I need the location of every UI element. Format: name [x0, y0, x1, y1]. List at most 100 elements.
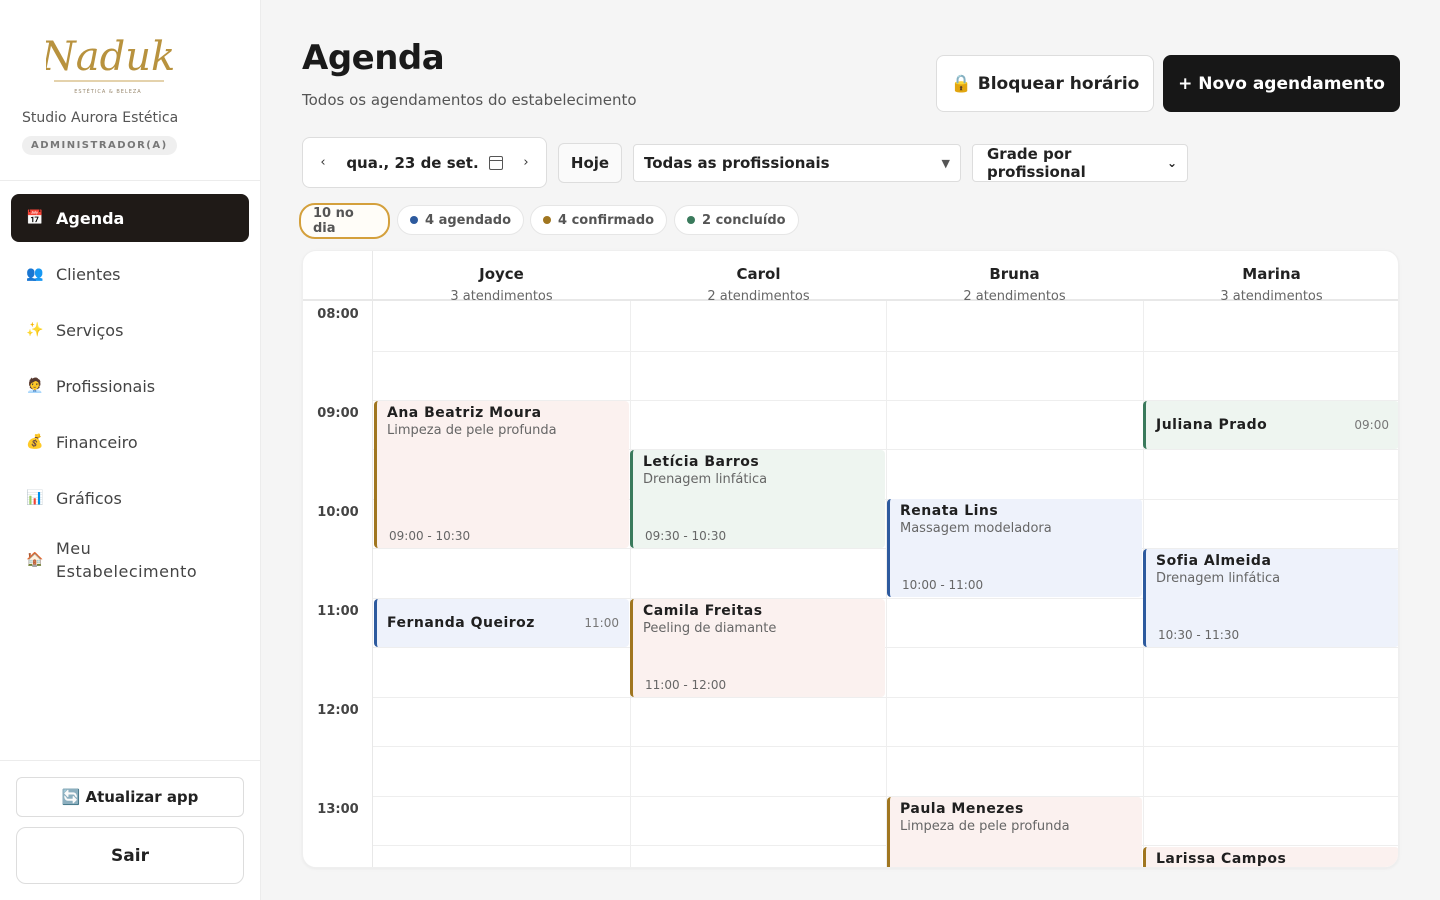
time-range: 11:00 - 12:00 [645, 678, 727, 692]
chip-completed[interactable]: 2 concluído [674, 205, 799, 235]
nav-label: Financeiro [56, 432, 138, 452]
service-name: Drenagem linfática [643, 472, 768, 487]
service-name: Limpeza de pele profunda [387, 423, 557, 438]
time-range: 10:00 - 11:00 [902, 578, 984, 592]
page-title: Agenda [302, 38, 445, 78]
appointment-card[interactable]: Letícia Barros Drenagem linfática 09:30 … [630, 450, 885, 548]
half-hour-line [373, 845, 1398, 846]
client-name: Sofia Almeida [1156, 553, 1272, 569]
date-picker[interactable]: qua., 23 de set. [343, 154, 506, 172]
sidebar-footer: 🔄 Atualizar app Sair [0, 760, 260, 900]
appointment-count: 2 atendimentos [707, 289, 810, 304]
calendar-icon: 📅 [26, 210, 44, 226]
hour-label: 11:00 [317, 604, 359, 619]
start-time: 11:00 [584, 616, 619, 630]
nav-item-meu-estabelecimento[interactable]: 🏠 Meu Estabelecimento [11, 530, 249, 590]
nav-item-financeiro[interactable]: 💰 Financeiro [11, 418, 249, 466]
naduk-logo: Naduk ESTÉTICA & BELEZA [40, 34, 175, 95]
sidebar: Naduk ESTÉTICA & BELEZA Studio Aurora Es… [0, 0, 261, 900]
hour-label: 13:00 [317, 802, 359, 817]
hour-label: 09:00 [317, 406, 359, 421]
today-button[interactable]: Hoje [558, 143, 622, 183]
hour-label: 12:00 [317, 703, 359, 718]
professional-column-header: Carol 2 atendimentos [630, 251, 887, 304]
appointment-card[interactable]: Larissa Campos [1143, 847, 1398, 867]
appointment-card[interactable]: Ana Beatriz Moura Limpeza de pele profun… [374, 401, 629, 548]
hour-line [373, 796, 1398, 797]
nav-item-graficos[interactable]: 📊 Gráficos [11, 474, 249, 522]
studio-name: Studio Aurora Estética [22, 110, 179, 126]
view-mode-select[interactable]: Grade por profissional ⌄ [972, 144, 1188, 182]
professional-column-header: Joyce 3 atendimentos [373, 251, 630, 304]
chip-confirmed[interactable]: 4 confirmado [530, 205, 668, 235]
caret-down-icon: ▼ [941, 156, 950, 170]
hour-line [373, 697, 1398, 698]
hour-label: 08:00 [317, 307, 359, 322]
chip-label: 2 concluído [702, 212, 786, 228]
professional-filter-value: Todas as profissionais [644, 154, 830, 172]
appointment-card[interactable]: Fernanda Queiroz 11:00 [374, 599, 629, 647]
status-dot-icon [543, 216, 551, 224]
page-subtitle: Todos os agendamentos do estabelecimento [302, 91, 637, 109]
half-hour-line [373, 746, 1398, 747]
appointment-count: 3 atendimentos [1220, 289, 1323, 304]
users-icon: 👥 [26, 266, 44, 282]
svg-text:ESTÉTICA & BELEZA: ESTÉTICA & BELEZA [74, 87, 141, 95]
role-badge: ADMINISTRADOR(A) [22, 136, 177, 155]
professional-header-row: Joyce 3 atendimentos Carol 2 atendimento… [303, 251, 1398, 304]
date-navigator: ‹ qua., 23 de set. › [302, 137, 547, 188]
calendar-icon [488, 155, 503, 170]
sparkles-icon: ✨ [26, 322, 44, 338]
chip-label: 4 agendado [425, 212, 512, 228]
service-name: Drenagem linfática [1156, 571, 1281, 586]
chevron-down-icon: ⌄ [1166, 156, 1177, 170]
client-name: Paula Menezes [900, 801, 1024, 817]
chip-label: 4 confirmado [558, 212, 655, 228]
prev-day-button[interactable]: ‹ [303, 155, 343, 170]
nav-label: Profissionais [56, 376, 156, 396]
status-dot-icon [410, 216, 418, 224]
service-name: Peeling de diamante [643, 621, 777, 636]
client-name: Letícia Barros [643, 454, 760, 470]
nav-label: Clientes [56, 264, 121, 284]
professional-filter-select[interactable]: Todas as profissionais ▼ [633, 144, 961, 182]
appointment-card[interactable]: Renata Lins Massagem modeladora 10:00 - … [887, 499, 1142, 597]
block-time-button[interactable]: 🔒 Bloquear horário [936, 55, 1154, 112]
client-name: Camila Freitas [643, 603, 763, 619]
professional-icon: 🧑‍💼 [26, 378, 44, 394]
time-column: 08:00 09:00 10:00 11:00 12:00 13:00 [303, 251, 373, 867]
appointment-count: 3 atendimentos [450, 289, 553, 304]
nav-item-agenda[interactable]: 📅 Agenda [11, 194, 249, 242]
nav-item-clientes[interactable]: 👥 Clientes [11, 250, 249, 298]
chip-day-total[interactable]: 10 no dia [299, 203, 390, 239]
column-divider [630, 301, 631, 867]
professional-name: Joyce [479, 265, 524, 283]
money-bag-icon: 💰 [26, 434, 44, 450]
current-date: qua., 23 de set. [346, 153, 479, 172]
time-range: 09:00 - 10:30 [389, 529, 471, 543]
client-name: Renata Lins [900, 503, 999, 519]
service-name: Limpeza de pele profunda [900, 819, 1070, 834]
professional-name: Carol [736, 265, 781, 283]
logout-button[interactable]: Sair [16, 827, 244, 884]
nav-item-profissionais[interactable]: 🧑‍💼 Profissionais [11, 362, 249, 410]
next-day-button[interactable]: › [506, 155, 546, 170]
bar-chart-icon: 📊 [26, 490, 44, 506]
chip-scheduled[interactable]: 4 agendado [397, 205, 525, 235]
hour-label: 10:00 [317, 505, 359, 520]
time-range: 09:30 - 10:30 [645, 529, 727, 543]
appointment-card[interactable]: Juliana Prado 09:00 [1143, 401, 1398, 449]
time-range: 10:30 - 11:30 [1158, 628, 1240, 642]
new-appointment-button[interactable]: + Novo agendamento [1163, 55, 1400, 112]
chip-label: 10 no dia [313, 206, 354, 236]
nav-label: Gráficos [56, 488, 122, 508]
client-name: Fernanda Queiroz [387, 615, 535, 631]
house-icon: 🏠 [26, 552, 44, 568]
client-name: Juliana Prado [1156, 417, 1268, 433]
update-app-button[interactable]: 🔄 Atualizar app [16, 777, 244, 817]
appointment-card[interactable]: Sofia Almeida Drenagem linfática 10:30 -… [1143, 549, 1398, 647]
appointment-card[interactable]: Paula Menezes Limpeza de pele profunda [887, 797, 1142, 867]
professional-name: Marina [1242, 265, 1301, 283]
appointment-card[interactable]: Camila Freitas Peeling de diamante 11:00… [630, 599, 885, 697]
nav-item-servicos[interactable]: ✨ Serviços [11, 306, 249, 354]
